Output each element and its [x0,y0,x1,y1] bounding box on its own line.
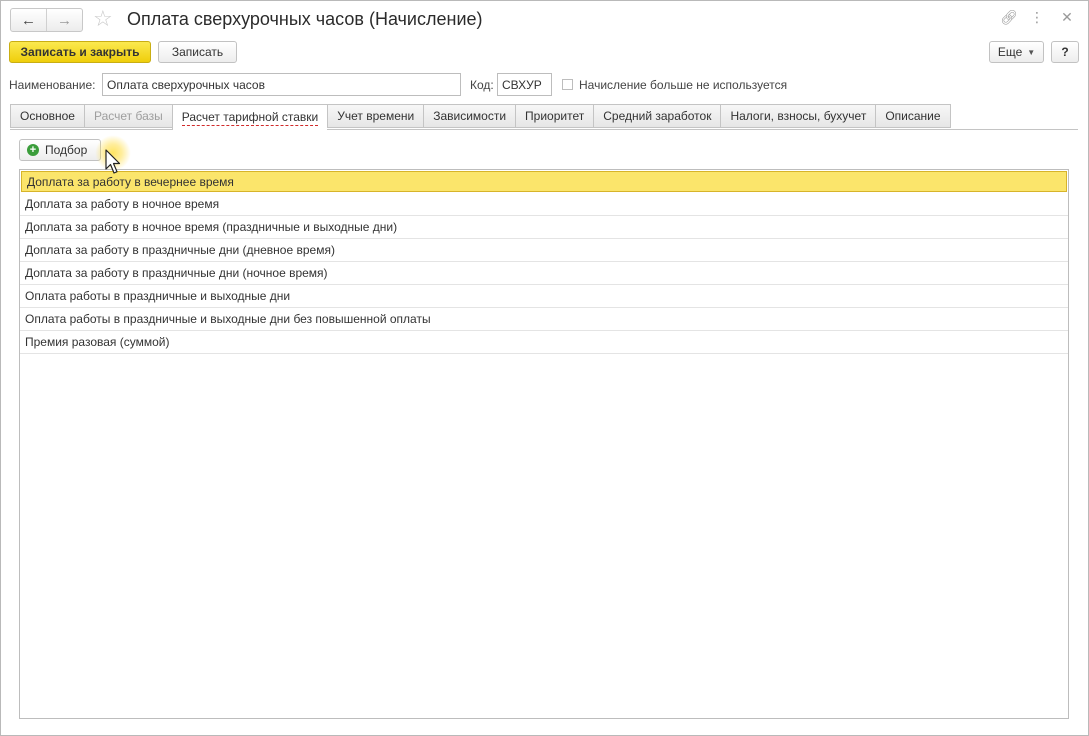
tab-label: Расчет тарифной ставки [181,109,319,126]
list-item[interactable]: Оплата работы в праздничные и выходные д… [20,308,1068,331]
list-item[interactable]: Оплата работы в праздничные и выходные д… [20,285,1068,308]
arrow-left-icon[interactable]: ← [11,9,46,31]
tab-label: Расчет базы [93,109,163,123]
page-title: Оплата сверхурочных часов (Начисление) [127,9,483,29]
pick-button[interactable]: + Подбор [19,139,101,161]
not-used-label: Начисление больше не используется [579,78,788,92]
star-icon[interactable]: ☆ [93,7,113,31]
save-and-close-button[interactable]: Записать и закрыть [9,41,151,63]
tab-priority[interactable]: Приоритет [515,104,594,128]
more-button-label: Еще [997,45,1023,59]
name-label: Наименование: [9,78,96,92]
tab-base-calculation[interactable]: Расчет базы [83,104,172,128]
list-item[interactable]: Доплата за работу в ночное время (праздн… [20,216,1068,239]
mouse-cursor-icon [105,149,121,174]
pick-button-label: Подбор [45,143,88,157]
list-item[interactable]: Доплата за работу в праздничные дни (дне… [20,239,1068,262]
close-icon[interactable]: ✕ [1060,9,1074,26]
tab-dependencies[interactable]: Зависимости [423,104,516,128]
link-icon[interactable]: 🔗︎ [1000,9,1018,26]
tab-label: Описание [885,109,941,123]
more-button[interactable]: Еще ▼ [989,41,1044,63]
tab-label: Средний заработок [603,109,712,123]
list-item[interactable]: Доплата за работу в ночное время [20,193,1068,216]
tabs-divider [10,129,1078,130]
tab-label: Налоги, взносы, бухучет [730,109,867,123]
list-item[interactable]: Премия разовая (суммой) [20,331,1068,354]
save-button[interactable]: Записать [158,41,237,63]
not-used-checkbox[interactable] [562,79,573,90]
tab-taxes[interactable]: Налоги, взносы, бухучет [720,104,876,128]
tab-label: Учет времени [337,109,415,123]
list-item[interactable]: Доплата за работу в вечернее время [21,171,1067,192]
tab-label: Основное [20,109,75,123]
code-field[interactable]: СВХУР [497,73,552,96]
arrow-right-icon[interactable]: → [46,9,82,31]
tab-main[interactable]: Основное [10,104,84,128]
tab-label: Зависимости [433,109,507,123]
accruals-list[interactable]: Доплата за работу в вечернее время Допла… [19,169,1069,719]
plus-circle-icon: + [27,144,39,156]
tab-bar: Основное Расчет базы Расчет тарифной ста… [10,104,951,130]
tab-label: Приоритет [525,109,585,123]
document-window: ← → ☆ Оплата сверхурочных часов (Начисле… [0,0,1089,736]
list-item[interactable]: Доплата за работу в праздничные дни (ноч… [20,262,1068,285]
tab-average-earnings[interactable]: Средний заработок [593,104,721,128]
tab-tariff-rate[interactable]: Расчет тарифной ставки [171,104,328,130]
title-icons: 🔗︎ ⋮ ✕ [1000,9,1074,26]
more-vertical-icon[interactable]: ⋮ [1030,9,1044,26]
navigation-buttons: ← → [10,8,83,32]
tab-description[interactable]: Описание [875,104,951,128]
tab-time-accounting[interactable]: Учет времени [327,104,424,128]
code-label: Код: [470,78,494,92]
chevron-down-icon: ▼ [1027,47,1036,57]
name-field[interactable]: Оплата сверхурочных часов [102,73,461,96]
help-button[interactable]: ? [1051,41,1079,63]
